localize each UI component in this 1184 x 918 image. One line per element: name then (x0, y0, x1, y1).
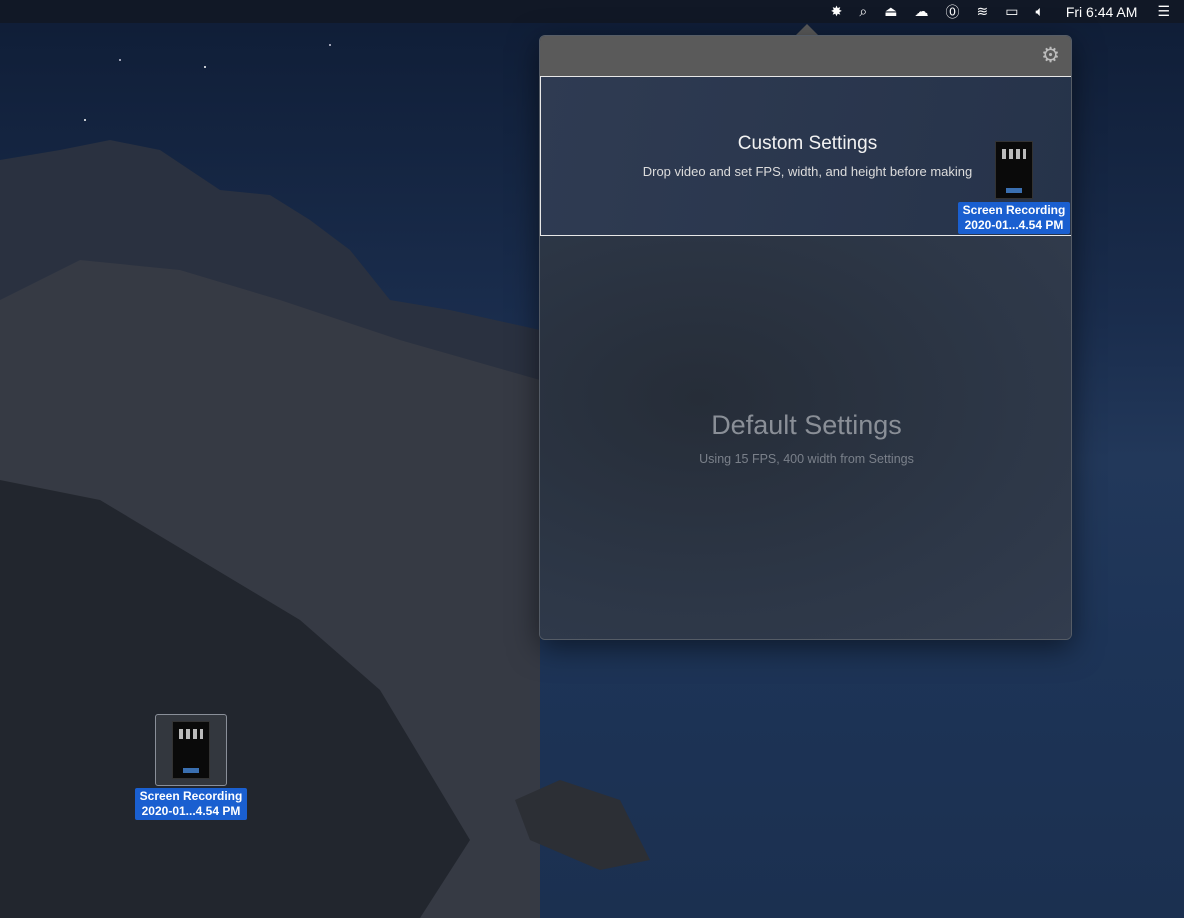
popover-header: ⚙ (540, 36, 1071, 76)
file-name-line2: 2020-01...4.54 PM (141, 804, 241, 818)
gif-maker-popover: ⚙ Custom Settings Drop video and set FPS… (539, 35, 1072, 640)
dragged-file[interactable]: Screen Recording 2020-01...4.54 PM (953, 141, 1075, 234)
file-name-line1: Screen Recording (962, 203, 1066, 217)
popover-arrow (796, 24, 818, 35)
gear-icon[interactable]: ⚙ (1041, 45, 1060, 66)
spotlight-search-icon[interactable]: ⌕ (859, 0, 867, 23)
volume-icon[interactable]: 🔈︎ (1035, 0, 1043, 23)
default-settings-title: Default Settings (711, 410, 902, 440)
file-label: Screen Recording 2020-01...4.54 PM (134, 788, 248, 820)
video-thumbnail (995, 141, 1033, 199)
default-settings-subtitle: Using 15 FPS, 400 width from Settings (699, 452, 914, 466)
menu-bar: ✸ ⌕ ⏏ ☁ ⓪ ≋ ▭ 🔈︎ Fri 6:44 AM ☰ (0, 0, 1184, 23)
file-label: Screen Recording 2020-01...4.54 PM (957, 202, 1071, 234)
password-manager-icon[interactable]: ⓪ (945, 0, 959, 23)
airplay-icon[interactable]: ▭ (1005, 0, 1018, 23)
video-thumbnail (172, 721, 210, 779)
file-name-line2: 2020-01...4.54 PM (964, 218, 1064, 232)
file-name-line1: Screen Recording (139, 789, 243, 803)
wifi-icon[interactable]: ≋ (976, 0, 988, 23)
menubar-clock[interactable]: Fri 6:44 AM (1066, 0, 1138, 23)
eject-icon[interactable]: ⏏ (884, 0, 897, 23)
list-icon[interactable]: ☰ (1157, 0, 1170, 23)
cloud-app-icon[interactable]: ☁ (914, 0, 928, 23)
default-settings-drop-zone[interactable]: Default Settings Using 15 FPS, 400 width… (540, 236, 1071, 639)
desktop-file[interactable]: Screen Recording 2020-01...4.54 PM (130, 714, 252, 820)
app-burst-icon[interactable]: ✸ (831, 0, 843, 23)
file-selection-box (155, 714, 227, 786)
